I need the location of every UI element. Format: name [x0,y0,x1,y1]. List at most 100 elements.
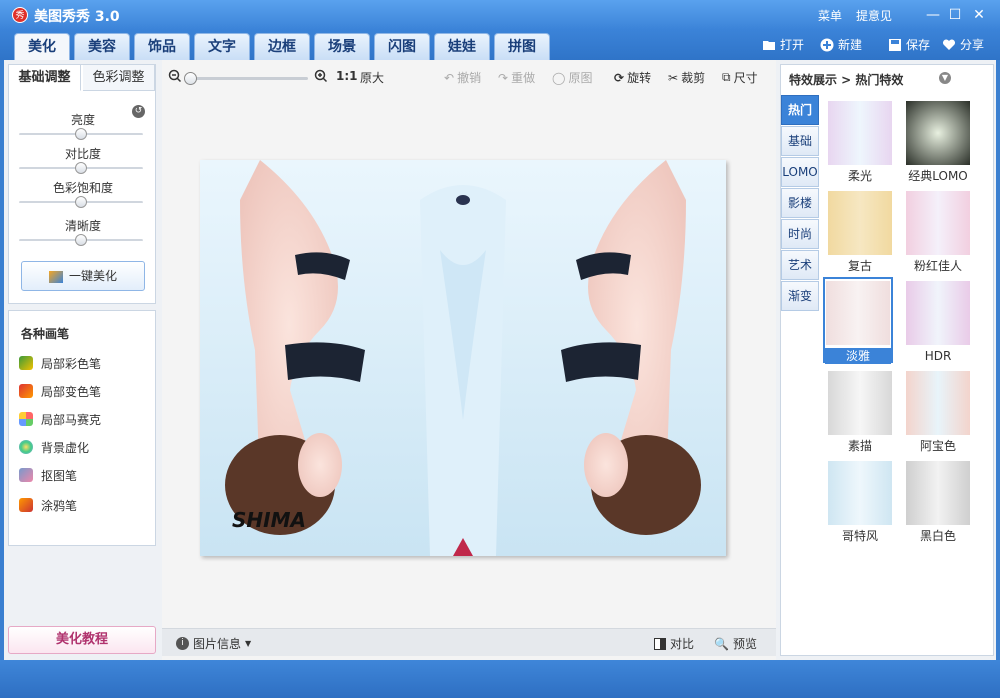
photo-watermark: SHIMA [232,508,306,532]
effect-thumbnail [906,371,970,435]
tab-scene[interactable]: 场景 [314,33,370,60]
brushes-title: 各种画笔 [21,327,70,341]
effect-thumbnail [906,191,970,255]
effect-abao[interactable]: 阿宝色 [903,369,973,455]
effect-black-white[interactable]: 黑白色 [903,459,973,545]
cutout-icon [19,468,33,482]
share-button[interactable]: 分享 [942,36,984,53]
effect-classic-lomo[interactable]: 经典LOMO [903,99,973,185]
effect-thumbnail [906,281,970,345]
brightness-knob[interactable] [75,128,87,140]
chevron-down-icon: ▼ [245,639,252,648]
sharpness-label: 清晰度 [64,219,101,233]
preview-icon: 🔍 [714,636,729,651]
canvas-statusbar: i 图片信息 ▼ 对比 🔍 预览 [162,628,776,656]
folder-icon [763,40,775,50]
photo-canvas[interactable]: SHIMA [200,160,726,556]
feedback-link[interactable]: 提意见 [856,7,892,24]
scissors-icon: ✂ [668,70,679,85]
effect-sketch[interactable]: 素描 [825,369,895,455]
category-studio[interactable]: 影楼 [781,188,819,218]
brush-doodle[interactable]: 涂鸦笔 [19,495,77,515]
maximize-button[interactable]: ☐ [944,5,966,25]
subtab-color[interactable]: 色彩调整 [83,65,155,91]
undo-button[interactable]: ↶ 撤销 [444,69,481,86]
actual-size-button[interactable]: 原大 [360,69,384,86]
category-gradient[interactable]: 渐变 [781,281,819,311]
zoom-out-icon[interactable] [168,69,182,83]
close-button[interactable]: ✕ [968,5,990,25]
zoom-knob[interactable] [184,72,197,85]
category-hot[interactable]: 热门 [781,95,819,125]
tab-collage[interactable]: 拼图 [494,33,550,60]
redo-button[interactable]: ↷ 重做 [498,69,535,86]
effect-elegant[interactable]: 淡雅 [823,277,893,364]
beautify-tutorial-button[interactable]: 美化教程 [8,626,156,654]
zoom-in-icon[interactable] [314,69,328,83]
edit-toolbar: 1:1 原大 ↶ 撤销 ↷ 重做 ◯ 原图 ⟳ 旋转 ✂ 裁剪 ⧉ 尺寸 [162,66,776,88]
brushes-panel: 各种画笔 局部彩色笔 局部变色笔 局部马赛克 背景虚化 抠图笔 涂鸦笔 [8,310,156,546]
saturation-knob[interactable] [75,196,87,208]
open-button[interactable]: 打开 [762,36,804,53]
tab-beautify[interactable]: 美化 [14,33,70,61]
blur-icon [19,440,33,454]
app-title: 美图秀秀 3.0 [34,9,120,25]
brush-mosaic[interactable]: 局部马赛克 [19,409,101,429]
canvas-area: 1:1 原大 ↶ 撤销 ↷ 重做 ◯ 原图 ⟳ 旋转 ✂ 裁剪 ⧉ 尺寸 SHI… [162,60,776,660]
contrast-slider[interactable] [19,162,143,174]
subtab-basic[interactable]: 基础调整 [9,65,81,91]
brush-cutout[interactable]: 抠图笔 [19,465,77,485]
minimize-button[interactable]: — [922,5,944,25]
tab-doll[interactable]: 娃娃 [434,33,490,60]
preview-button[interactable]: 🔍 预览 [714,635,757,652]
sharpness-slider[interactable] [19,234,143,246]
resize-button[interactable]: ⧉ 尺寸 [722,69,758,86]
chevron-down-icon[interactable]: ▼ [939,72,951,84]
effect-thumbnail [906,461,970,525]
compare-button[interactable]: 对比 [654,635,694,652]
category-lomo[interactable]: LOMO [781,157,819,187]
brush-background-blur[interactable]: 背景虚化 [19,437,89,457]
tab-flash[interactable]: 闪图 [374,33,430,60]
one-click-beautify-button[interactable]: 一键美化 [21,261,145,291]
effect-gothic[interactable]: 哥特风 [825,459,895,545]
zoom-slider[interactable] [184,72,308,85]
rotate-button[interactable]: ⟳ 旋转 [614,69,651,86]
image-info-button[interactable]: i 图片信息 ▼ [176,635,251,652]
category-art[interactable]: 艺术 [781,250,819,280]
effect-thumbnail [828,371,892,435]
brush-partial-recolor[interactable]: 局部变色笔 [19,381,101,401]
tab-frame[interactable]: 边框 [254,33,310,60]
effect-hdr[interactable]: HDR [903,279,973,365]
magic-wand-icon [48,270,63,283]
color-brush-icon [19,356,33,370]
sharpness-knob[interactable] [75,234,87,246]
crop-button[interactable]: ✂ 裁剪 [668,69,705,86]
effect-soft-light[interactable]: 柔光 [825,99,895,185]
saturation-label: 色彩饱和度 [52,181,113,195]
original-button[interactable]: ◯ 原图 [552,69,592,86]
contrast-knob[interactable] [75,162,87,174]
redo-icon: ↷ [498,70,509,85]
effect-thumbnail [826,281,890,345]
info-icon: i [176,637,189,650]
brightness-slider[interactable] [19,128,143,140]
effect-vintage[interactable]: 复古 [825,189,895,275]
category-fashion[interactable]: 时尚 [781,219,819,249]
tab-text[interactable]: 文字 [194,33,250,60]
zoom-ratio: 1:1 [336,69,358,83]
brush-partial-color[interactable]: 局部彩色笔 [19,353,101,373]
resize-icon: ⧉ [722,70,731,84]
saturation-slider[interactable] [19,196,143,208]
tab-face[interactable]: 美容 [74,33,130,60]
save-button[interactable]: 保存 [888,36,930,53]
menu-link[interactable]: 菜单 [818,7,842,24]
new-button[interactable]: 新建 [820,36,862,53]
tab-accessory[interactable]: 饰品 [134,33,190,60]
mosaic-icon [19,412,33,426]
app-logo-icon: 秀 [12,7,28,23]
effect-pink-lady[interactable]: 粉红佳人 [903,189,973,275]
pencil-icon [19,498,33,512]
category-basic[interactable]: 基础 [781,126,819,156]
bottom-bar [0,660,1000,698]
